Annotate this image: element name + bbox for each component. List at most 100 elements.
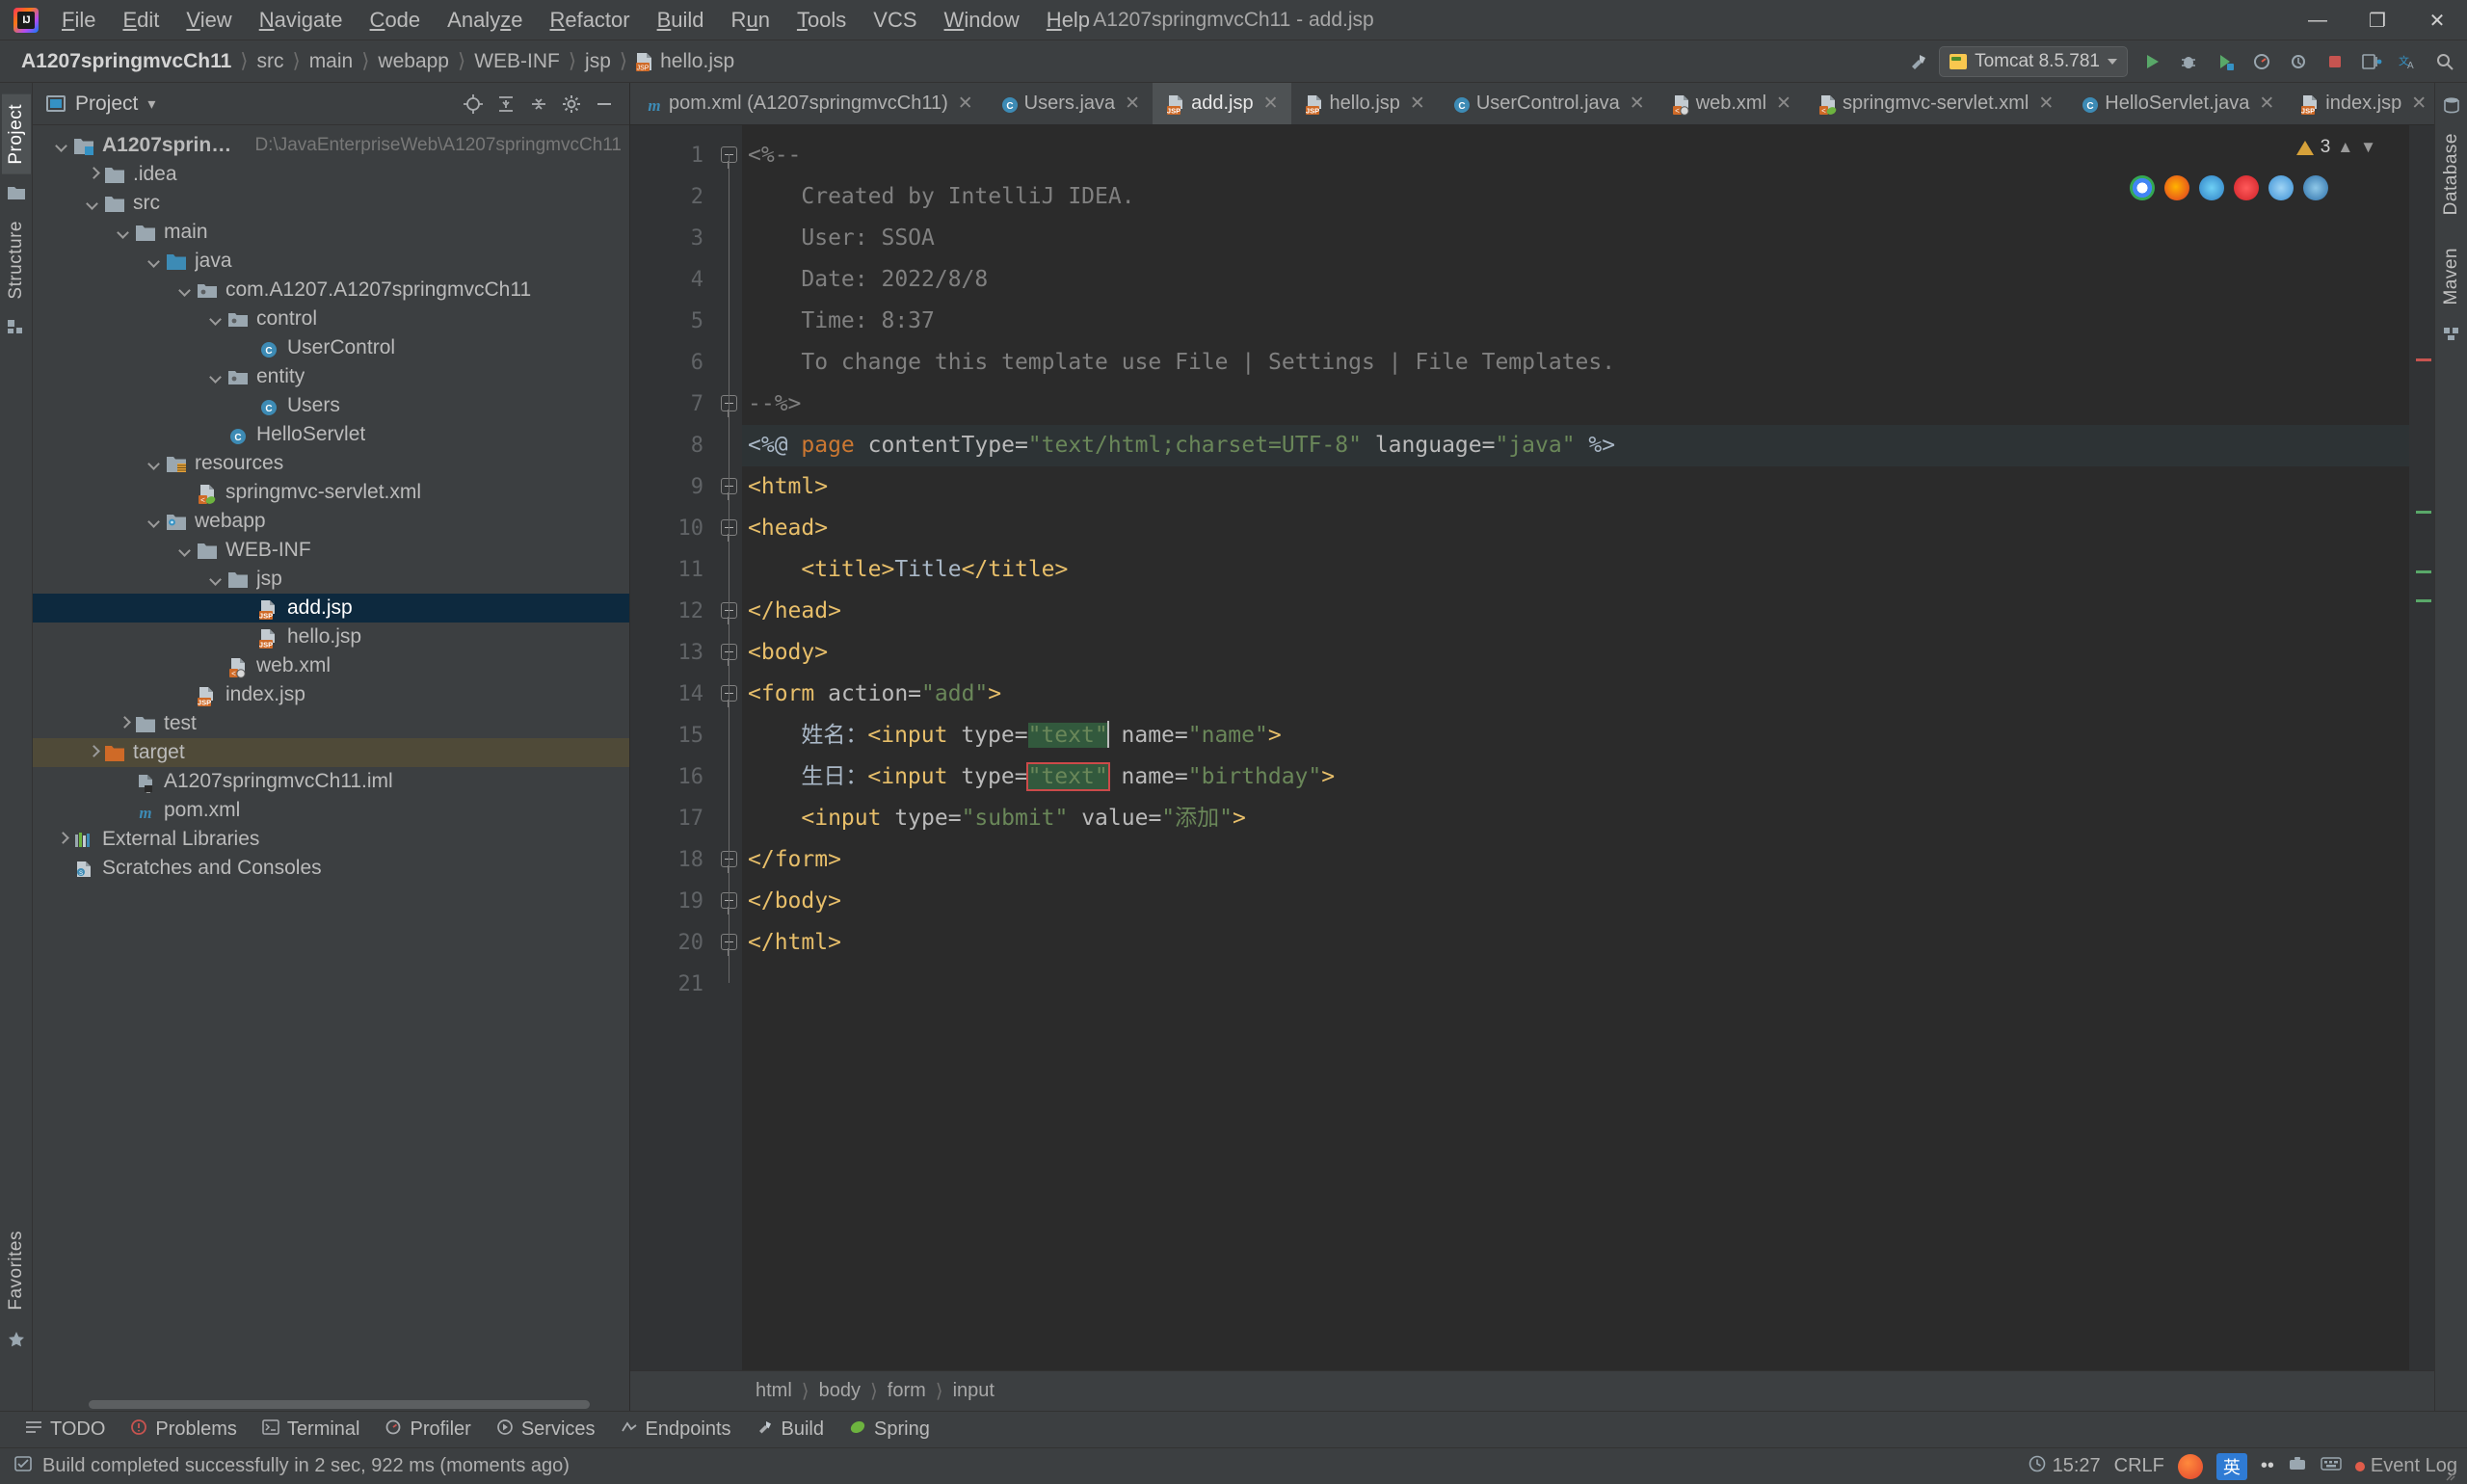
bookmarks-icon[interactable] — [7, 318, 26, 335]
sidebar-tab-favorites[interactable]: Favorites — [2, 1221, 31, 1320]
profiler-icon[interactable] — [2245, 45, 2278, 78]
code-line[interactable]: <title>Title</title> — [742, 549, 2409, 591]
breadcrumb-src[interactable]: src — [251, 48, 289, 75]
menu-refactor[interactable]: Refactor — [536, 3, 643, 38]
menu-file[interactable]: File — [48, 3, 109, 38]
tree-node-com-a1207-a1207springmvcch11[interactable]: com.A1207.A1207springmvcCh11 — [33, 276, 629, 305]
updates-icon[interactable] — [2355, 45, 2388, 78]
close-tab-icon[interactable]: ✕ — [1408, 93, 1427, 115]
tree-node-resources[interactable]: resources — [33, 449, 629, 478]
chevron-right-icon[interactable] — [116, 715, 133, 732]
bottom-tool-problems[interactable]: Problems — [119, 1415, 248, 1445]
maven-panel-icon[interactable] — [2442, 325, 2461, 342]
code-line[interactable]: </form> — [742, 839, 2409, 881]
editor-tab-index-jsp[interactable]: JSP index.jsp ✕ — [2287, 83, 2434, 124]
tree-node--idea[interactable]: .idea — [33, 160, 629, 189]
tree-node-helloservlet[interactable]: C HelloServlet — [33, 420, 629, 449]
settings-gear-icon[interactable] — [556, 89, 587, 119]
code-line[interactable]: 姓名：<input type="text" name="name"> — [742, 715, 2409, 756]
tree-node-target[interactable]: target — [33, 738, 629, 767]
resize-grip-icon[interactable] — [2442, 1465, 2455, 1480]
breadcrumb-main[interactable]: main — [304, 48, 359, 75]
code-line[interactable]: <input type="submit" value="添加"> — [742, 798, 2409, 839]
chevron-down-icon[interactable]: ▼ — [2360, 138, 2376, 157]
tree-node-springmvc-servlet-xml[interactable]: < springmvc-servlet.xml — [33, 478, 629, 507]
breadcrumb-webapp[interactable]: webapp — [372, 48, 455, 75]
commit-icon[interactable] — [7, 184, 26, 201]
menu-tools[interactable]: Tools — [783, 3, 860, 38]
structure-crumb-input[interactable]: input — [943, 1378, 1004, 1404]
menu-vcs[interactable]: VCS — [860, 3, 930, 38]
close-tab-icon[interactable]: ✕ — [2257, 93, 2276, 115]
chevron-right-icon[interactable] — [85, 166, 102, 183]
editor-tab-helloservlet-java[interactable]: C HelloServlet.java ✕ — [2066, 83, 2288, 124]
code-line[interactable]: <body> — [742, 632, 2409, 674]
tree-node-control[interactable]: control — [33, 305, 629, 333]
tree-node-src[interactable]: src — [33, 189, 629, 218]
project-hscrollbar-thumb[interactable] — [89, 1400, 590, 1409]
hide-panel-icon[interactable] — [589, 89, 620, 119]
editor-tab-bar[interactable]: m pom.xml (A1207springmvcCh11) ✕ C Users.jav… — [630, 83, 2434, 125]
tree-node-a1207springmvcch11-iml[interactable]: _ A1207springmvcCh11.iml — [33, 767, 629, 796]
close-tab-icon[interactable]: ✕ — [2409, 93, 2428, 115]
code-line[interactable]: Time: 8:37 — [742, 301, 2409, 342]
chevron-down-icon[interactable] — [146, 252, 164, 270]
bottom-tool-todo[interactable]: TODO — [13, 1415, 117, 1444]
structure-crumb-form[interactable]: form — [878, 1378, 936, 1404]
editor-tab-web-xml[interactable]: < web.xml ✕ — [1657, 83, 1804, 124]
chevron-down-icon[interactable] — [54, 137, 71, 154]
code-line[interactable]: --%> — [742, 384, 2409, 425]
bottom-tool-terminal[interactable]: Terminal — [251, 1415, 372, 1444]
editor-tab-add-jsp[interactable]: JSP add.jsp ✕ — [1153, 83, 1291, 124]
tree-node-hello-jsp[interactable]: JSP hello.jsp — [33, 623, 629, 651]
tree-node-add-jsp[interactable]: JSP add.jsp — [33, 594, 629, 623]
menu-run[interactable]: Run — [718, 3, 783, 38]
firefox-icon[interactable] — [2164, 175, 2189, 200]
close-button[interactable]: ✕ — [2407, 0, 2467, 40]
collapse-all-icon[interactable] — [523, 89, 554, 119]
code-line[interactable]: </head> — [742, 591, 2409, 632]
minimize-button[interactable]: — — [2288, 0, 2348, 40]
bottom-tool-window-bar[interactable]: TODO Problems Terminal Profiler Services Endp… — [0, 1411, 2467, 1447]
stop-icon[interactable] — [2319, 45, 2351, 78]
chevron-down-icon[interactable] — [177, 281, 195, 299]
edge-icon[interactable] — [2199, 175, 2224, 200]
bottom-tool-profiler[interactable]: Profiler — [373, 1415, 482, 1445]
tree-node-usercontrol[interactable]: C UserControl — [33, 333, 629, 362]
editor-tab-pom-xml-a1207springmvcch11-[interactable]: m pom.xml (A1207springmvcCh11) ✕ — [630, 83, 986, 124]
run-coverage-icon[interactable] — [2209, 45, 2242, 78]
ime-keyboard-icon[interactable] — [2321, 1455, 2342, 1478]
menu-analyze[interactable]: Analyze — [434, 3, 536, 38]
chevron-down-icon[interactable] — [208, 570, 225, 588]
editor-right-gutter[interactable] — [2409, 125, 2434, 1370]
locate-file-icon[interactable] — [458, 89, 489, 119]
editor-code[interactable]: <%-- Created by IntelliJ IDEA. User: SSO… — [742, 125, 2409, 1370]
code-line[interactable]: Date: 2022/8/8 — [742, 259, 2409, 301]
code-line[interactable]: To change this template use File | Setti… — [742, 342, 2409, 384]
translate-icon[interactable]: 文A — [2392, 45, 2425, 78]
editor-fold-column[interactable] — [717, 125, 742, 1370]
close-tab-icon[interactable]: ✕ — [1261, 93, 1281, 115]
tree-node-web-xml[interactable]: < web.xml — [33, 651, 629, 680]
tree-node-test[interactable]: test — [33, 709, 629, 738]
attach-process-icon[interactable] — [2282, 45, 2315, 78]
chevron-down-icon[interactable] — [85, 195, 102, 212]
editor-tab-usercontrol-java[interactable]: C UserControl.java ✕ — [1437, 83, 1658, 124]
search-everywhere-icon[interactable] — [2428, 45, 2461, 78]
preview-icon[interactable] — [2303, 175, 2328, 200]
tree-node-jsp[interactable]: jsp — [33, 565, 629, 594]
structure-crumb-body[interactable]: body — [809, 1378, 870, 1404]
tree-node-main[interactable]: main — [33, 218, 629, 247]
code-line[interactable]: <html> — [742, 466, 2409, 508]
menu-code[interactable]: Code — [357, 3, 435, 38]
sidebar-tab-maven[interactable]: Maven — [2437, 238, 2466, 315]
opera-icon[interactable] — [2234, 175, 2259, 200]
chevron-down-icon[interactable]: ▾ — [147, 94, 155, 114]
bottom-tool-spring[interactable]: Spring — [837, 1415, 942, 1445]
chevron-up-icon[interactable]: ▲ — [2337, 138, 2353, 157]
menu-build[interactable]: Build — [644, 3, 718, 38]
code-line[interactable]: <form action="add"> — [742, 674, 2409, 715]
tree-node-index-jsp[interactable]: JSP index.jsp — [33, 680, 629, 709]
editor-tab-springmvc-servlet-xml[interactable]: < springmvc-servlet.xml ✕ — [1803, 83, 2067, 124]
close-tab-icon[interactable]: ✕ — [1123, 93, 1142, 115]
